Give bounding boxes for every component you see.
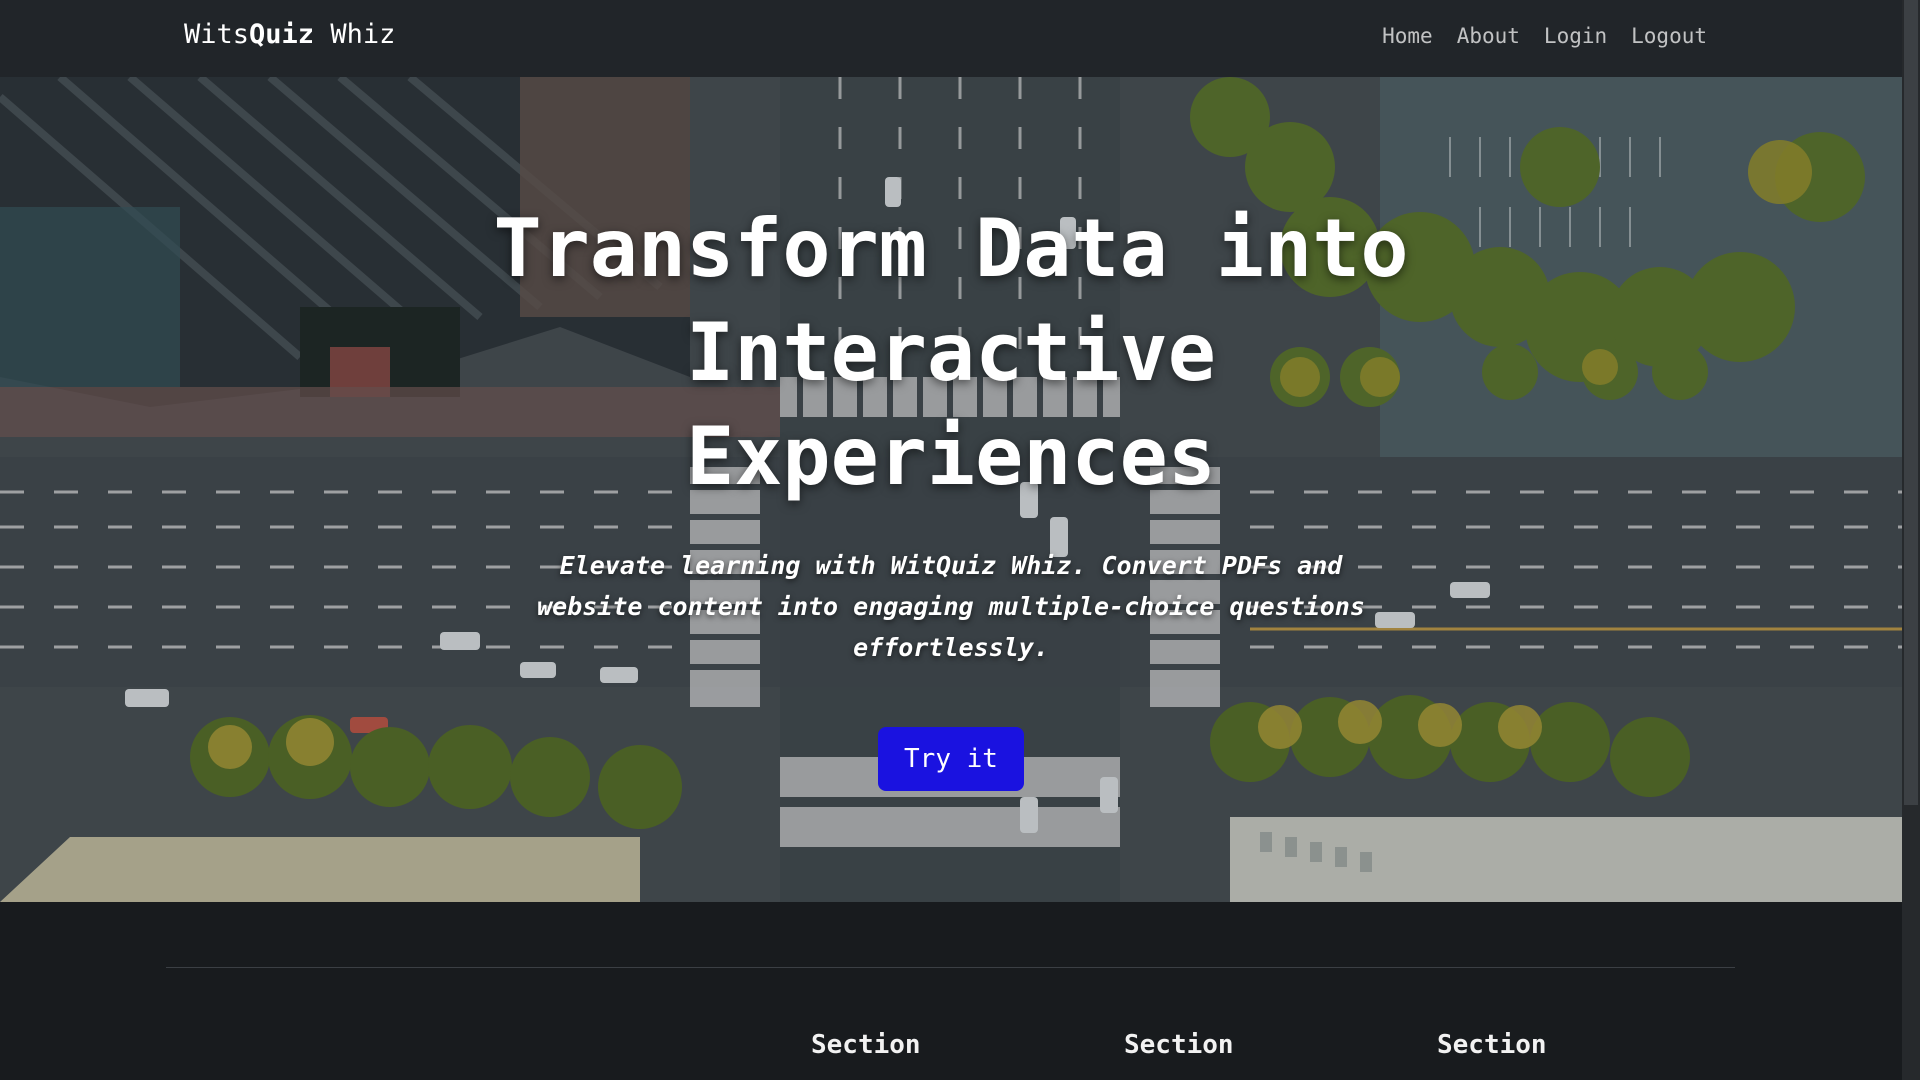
section-heading-2: Section bbox=[1124, 1030, 1234, 1060]
hero-content: Transform Data into Interactive Experien… bbox=[0, 77, 1902, 902]
vertical-scrollbar[interactable] bbox=[1902, 0, 1920, 1080]
top-navbar: WitsQuiz Whiz Home About Login Logout bbox=[0, 0, 1902, 77]
brand-bold: Quiz bbox=[249, 19, 315, 50]
hero-section: Transform Data into Interactive Experien… bbox=[0, 77, 1902, 902]
scrollbar-thumb[interactable] bbox=[1904, 0, 1918, 805]
hero-title: Transform Data into Interactive Experien… bbox=[493, 202, 1409, 503]
brand-prefix: Wits bbox=[184, 19, 250, 50]
hero-subtitle: Elevate learning with WitQuiz Whiz. Conv… bbox=[537, 551, 1365, 662]
try-it-button[interactable]: Try it bbox=[878, 727, 1024, 791]
brand-suffix: Whiz bbox=[314, 19, 396, 50]
nav-link-login[interactable]: Login bbox=[1544, 24, 1607, 48]
nav-links: Home About Login Logout bbox=[1382, 24, 1707, 48]
section-heading-3: Section bbox=[1437, 1030, 1547, 1060]
brand-logo[interactable]: WitsQuiz Whiz bbox=[184, 19, 395, 50]
nav-link-home[interactable]: Home bbox=[1382, 24, 1433, 48]
section-heading-1: Section bbox=[811, 1030, 921, 1060]
nav-link-logout[interactable]: Logout bbox=[1631, 24, 1707, 48]
section-divider bbox=[166, 967, 1735, 968]
nav-link-about[interactable]: About bbox=[1457, 24, 1520, 48]
